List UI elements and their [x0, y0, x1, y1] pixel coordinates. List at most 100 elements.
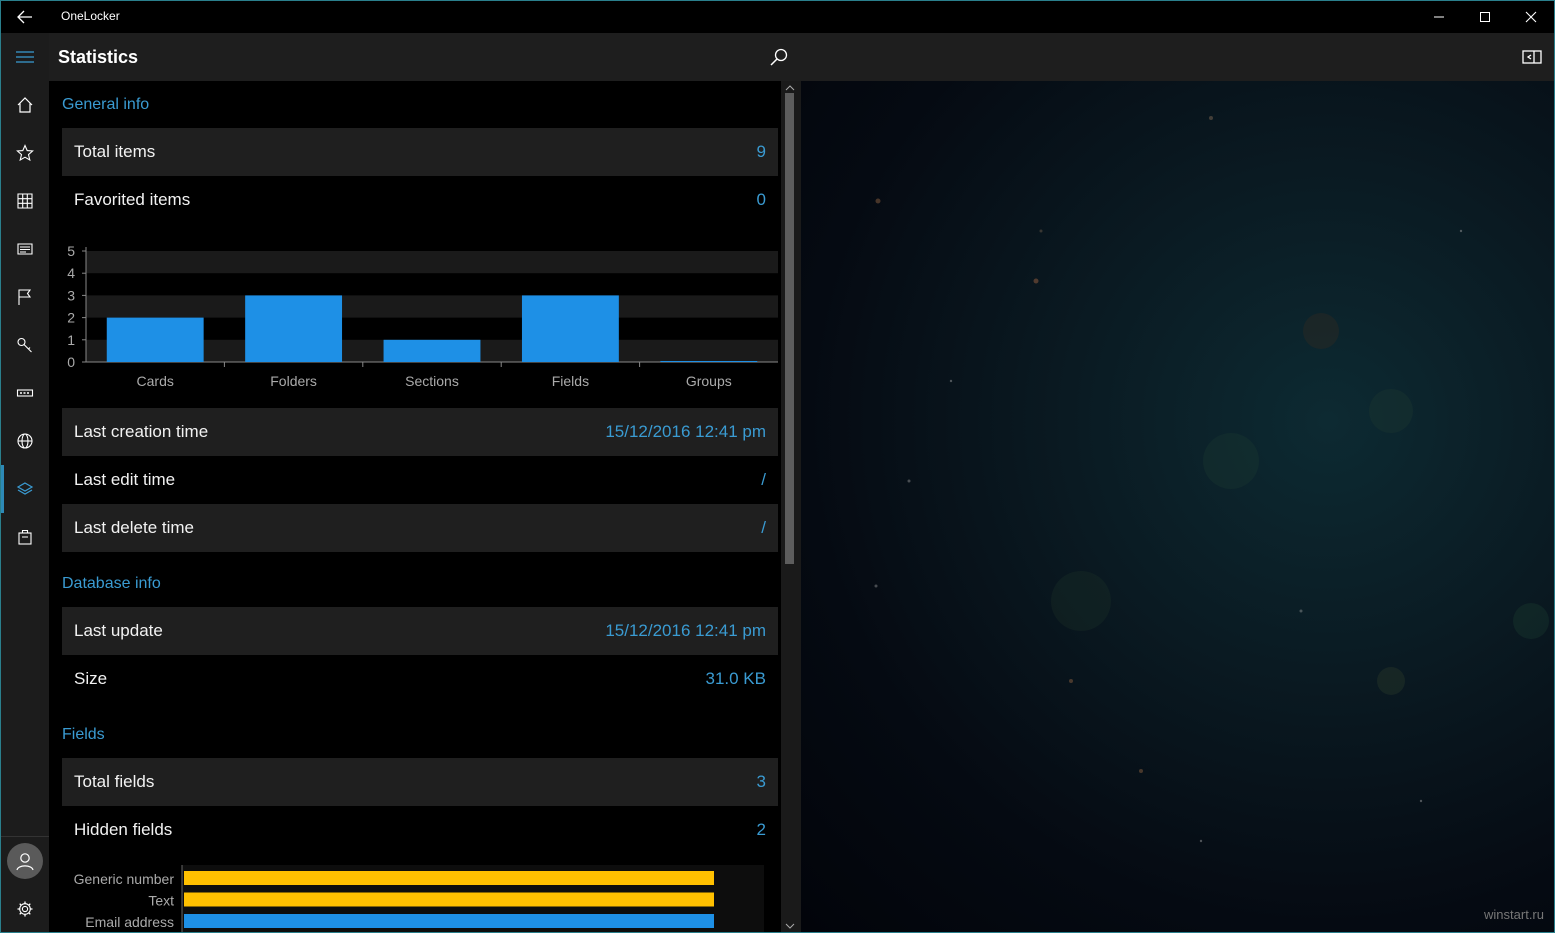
last-update-label: Last update: [74, 621, 163, 640]
briefcase-icon: [18, 529, 32, 545]
close-button[interactable]: [1508, 1, 1554, 33]
size-label: Size: [74, 669, 108, 688]
general-info-heading: General info: [62, 96, 150, 113]
scroll-down-button[interactable]: [784, 921, 796, 931]
hamburger-menu-button[interactable]: [1, 33, 49, 81]
bar-sections: [383, 339, 481, 362]
database-info-heading: Database info: [62, 575, 161, 592]
card-icon: [17, 243, 33, 255]
layers-icon: [16, 482, 34, 495]
last-creation-value: 15/12/2016 12:41 pm: [605, 422, 766, 441]
x-tick-label: Sections: [405, 373, 459, 389]
bar-cards: [106, 317, 204, 362]
toggle-pane-button[interactable]: [1516, 43, 1548, 71]
grid-icon: [17, 193, 33, 209]
home-icon: [17, 97, 33, 113]
back-arrow-icon: [17, 10, 32, 24]
nav-item-keys[interactable]: [1, 321, 49, 369]
scroll-thumb[interactable]: [785, 93, 794, 564]
x-tick-label: Cards: [137, 373, 174, 389]
nav-item-passwords[interactable]: [1, 369, 49, 417]
favorited-items-row: Favorited items 0: [62, 176, 778, 224]
nav-item-web[interactable]: [1, 417, 49, 465]
total-fields-value: 3: [756, 772, 766, 791]
nav-item-flags[interactable]: [1, 273, 49, 321]
total-items-value: 9: [756, 142, 766, 161]
nav-item-favorites[interactable]: [1, 129, 49, 177]
pane-toggle-icon: [1522, 50, 1542, 64]
last-edit-row: Last edit time /: [62, 456, 778, 504]
size-row: Size 31.0 KB: [62, 655, 778, 703]
total-fields-label: Total fields: [74, 772, 155, 791]
total-fields-row: Total fields 3: [62, 758, 778, 806]
gear-icon: [17, 901, 33, 917]
y-tick-label: Email address: [85, 914, 174, 930]
scroll-up-button[interactable]: [784, 83, 796, 93]
total-items-label: Total items: [74, 142, 156, 161]
favorited-items-label: Favorited items: [74, 190, 191, 209]
y-tick-label: 3: [67, 287, 75, 303]
last-edit-value: /: [761, 470, 766, 489]
app-title: OneLocker: [61, 9, 120, 23]
nav-divider: [1, 836, 49, 837]
y-tick-label: 0: [67, 354, 75, 370]
y-tick-label: Generic number: [74, 871, 175, 887]
chevron-up-icon: [785, 85, 795, 91]
fields-bar-chart: Generic number Text Email address: [74, 865, 764, 932]
page-header: Statistics: [49, 33, 1554, 81]
items-bar-chart: 0 1 2 3 4 5 Cards Folders Sections Fields Groups: [67, 243, 778, 389]
y-tick-label: 2: [67, 310, 75, 326]
x-tick-label: Groups: [686, 373, 732, 389]
bar-fields: [521, 295, 619, 362]
y-tick-label: Text: [148, 893, 174, 909]
x-tick-label: Folders: [270, 373, 317, 389]
globe-icon: [17, 433, 33, 449]
watermark-text: winstart.ru: [1484, 907, 1544, 922]
total-items-row: Total items 9: [62, 128, 778, 176]
nav-item-vault[interactable]: [1, 513, 49, 561]
nav-item-home[interactable]: [1, 81, 49, 129]
search-button[interactable]: [763, 43, 795, 71]
nav-item-statistics[interactable]: [1, 465, 49, 513]
menu-icon: [16, 51, 34, 63]
last-delete-value: /: [761, 518, 766, 537]
bar-folders: [245, 295, 343, 362]
back-button[interactable]: [9, 5, 41, 29]
last-creation-label: Last creation time: [74, 422, 209, 441]
key-icon: [17, 337, 32, 353]
minimize-button[interactable]: [1416, 1, 1462, 33]
account-avatar[interactable]: [7, 843, 43, 879]
starfield-background: [874, 116, 1549, 843]
fields-heading: Fields: [62, 726, 105, 743]
y-tick-label: 4: [67, 265, 75, 281]
nav-item-cards[interactable]: [1, 225, 49, 273]
chevron-down-icon: [785, 923, 795, 929]
settings-button[interactable]: [1, 885, 49, 932]
last-creation-row: Last creation time 15/12/2016 12:41 pm: [62, 408, 778, 456]
y-tick-label: 5: [67, 243, 75, 259]
hidden-fields-label: Hidden fields: [74, 820, 173, 839]
maximize-icon: [1480, 12, 1490, 22]
star-icon: [16, 144, 34, 162]
password-icon: [16, 389, 34, 397]
maximize-button[interactable]: [1462, 1, 1508, 33]
app-window: OneLocker Statistics General info Total …: [0, 0, 1555, 933]
bar-text: [184, 892, 714, 907]
minimize-icon: [1434, 16, 1444, 18]
last-delete-label: Last delete time: [74, 518, 195, 537]
search-icon: [770, 48, 788, 66]
flag-icon: [18, 289, 32, 305]
title-bar: OneLocker: [1, 1, 1554, 33]
grid-band: [86, 295, 778, 318]
last-delete-row: Last delete time /: [62, 504, 778, 552]
user-icon: [16, 853, 34, 871]
hidden-fields-row: Hidden fields 2: [62, 806, 778, 854]
nav-item-all[interactable]: [1, 177, 49, 225]
close-icon: [1525, 11, 1537, 23]
y-tick-label: 1: [67, 332, 75, 348]
page-title: Statistics: [58, 47, 139, 67]
favorited-items-value: 0: [756, 190, 766, 209]
nav-pane: [1, 33, 49, 932]
content-scrollbar[interactable]: [781, 81, 801, 932]
size-value: 31.0 KB: [705, 669, 767, 688]
